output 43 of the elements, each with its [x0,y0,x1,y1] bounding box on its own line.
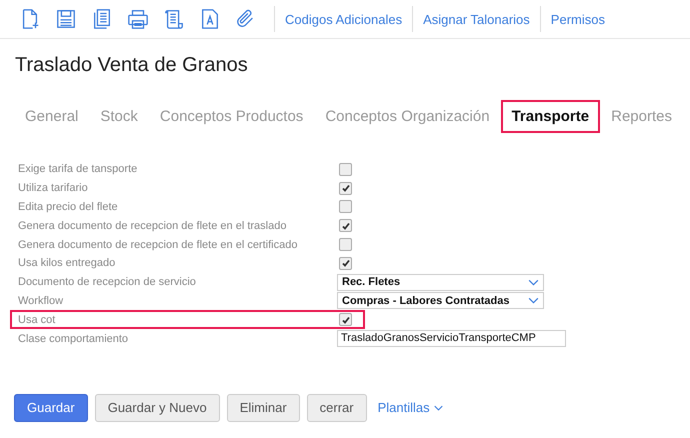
documents-icon[interactable] [91,8,113,30]
toolbar-link[interactable]: Codigos Adicionales [285,12,402,26]
font-file-icon[interactable] [199,8,221,30]
checkbox[interactable] [339,256,352,270]
save-icon[interactable] [55,8,77,30]
save-button[interactable]: Guardar [14,394,88,422]
chevron-down-icon [528,278,539,286]
field-label: Usa kilos entregado [18,257,116,270]
button[interactable]: Eliminar [226,394,300,422]
print-icon[interactable] [127,8,149,30]
field-label: Edita precio del flete [18,200,119,213]
checkbox[interactable] [339,200,352,214]
checkbox[interactable] [339,313,352,326]
tab[interactable]: Conceptos Organización [314,100,501,132]
dropdown-link[interactable]: Plantillas [378,400,443,416]
button[interactable]: Guardar y Nuevo [94,394,220,422]
tab[interactable]: Stock [89,100,149,132]
tab[interactable]: Transporte [500,100,600,132]
page-title: Traslado Venta de Granos [15,54,249,78]
field-label: Utiliza tarifario [18,182,89,194]
tab[interactable]: Reportes [600,100,683,132]
checkbox[interactable] [339,162,352,176]
checkbox[interactable] [339,219,352,232]
toolbar-link[interactable]: Asignar Talonarios [423,12,530,26]
field-label: Genera documento de recepcion de flete en el certificado [18,238,298,251]
checkbox[interactable] [339,238,352,252]
dropdown[interactable]: Compras - Labores Contratadas [337,292,544,310]
button[interactable]: cerrar [306,394,367,422]
field-label: Documento de recepcion de servicio [18,276,197,288]
field-label: Exige tarifa de tansporte [18,163,138,176]
field-label: Usa cot [18,314,56,326]
dropdown[interactable]: Rec. Fletes [337,274,544,291]
chevron-down-icon [434,404,443,411]
checkbox[interactable] [339,182,352,195]
field-label: Clase comportamiento [18,332,130,345]
tab[interactable]: General [14,100,90,132]
scroll-icon[interactable] [163,8,185,30]
field-label: Workflow [18,294,64,307]
chevron-down-icon [528,297,539,304]
input-field[interactable]: TrasladoGranosServicioTransporteCMP [337,330,566,348]
field-label: Genera documento de recepcion de flete en el traslado [18,220,288,232]
tab[interactable]: Conceptos Productos [148,100,314,132]
toolbar-link[interactable]: Permisos [550,12,605,26]
